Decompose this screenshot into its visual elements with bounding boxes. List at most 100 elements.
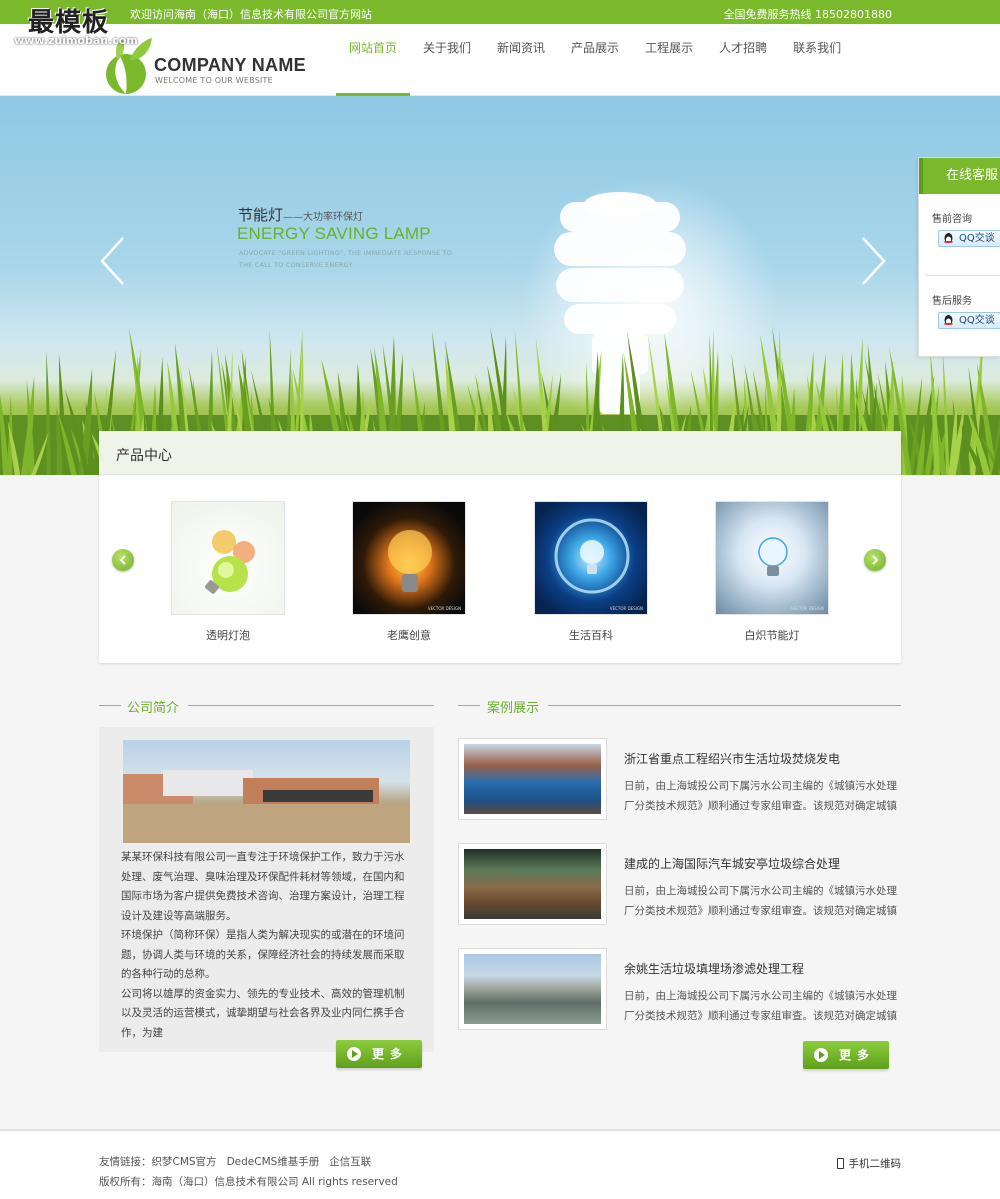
case-item[interactable]: 浙江省重点工程绍兴市生活垃圾焚烧发电 日前，由上海城投公司下属污水公司主编的《城… bbox=[458, 738, 901, 820]
product-center: 产品中心 透明灯泡 VECTOR DESIGN 老鹰创意 VECTOR DESI… bbox=[99, 431, 901, 663]
product-caption: 透明灯泡 bbox=[206, 629, 250, 642]
cases-more-button[interactable]: 更多 bbox=[803, 1041, 889, 1069]
play-icon bbox=[347, 1047, 361, 1061]
aftersales-label: 售后服务 bbox=[932, 296, 972, 307]
about-more-button[interactable]: 更多 bbox=[336, 1040, 422, 1068]
nav-item-projects[interactable]: 工程展示 bbox=[632, 24, 706, 96]
product-caption: 白炽节能灯 bbox=[744, 629, 800, 642]
friend-links-label: 友情链接： bbox=[99, 1156, 152, 1168]
welcome-text: 欢迎访问海南（海口）信息技术有限公司官方网站 bbox=[130, 8, 372, 21]
product-item[interactable]: VECTOR DESIGN 老鹰创意 bbox=[352, 501, 466, 643]
cases-heading: 案例展示 bbox=[458, 696, 901, 716]
product-next-button[interactable] bbox=[864, 549, 886, 571]
presales-label: 售前咨询 bbox=[932, 214, 972, 225]
service-divider bbox=[925, 275, 1000, 276]
company-photo bbox=[123, 740, 410, 843]
case-title: 余姚生活垃圾填埋场渗滤处理工程 bbox=[624, 962, 805, 976]
qq-icon bbox=[944, 315, 953, 325]
online-service-panel: 在线客服 售前咨询 QQ交谈 售后服务 QQ交谈 bbox=[918, 157, 1000, 357]
nav-item-about[interactable]: 关于我们 bbox=[410, 24, 484, 96]
about-heading: 公司简介 bbox=[99, 696, 434, 716]
case-title: 浙江省重点工程绍兴市生活垃圾焚烧发电 bbox=[624, 752, 841, 766]
lightbulb-icon bbox=[758, 537, 788, 576]
chevron-left-icon bbox=[100, 237, 124, 285]
chevron-right-icon bbox=[862, 237, 886, 285]
product-thumbnail: VECTOR DESIGN bbox=[715, 501, 829, 615]
aftersales-qq-button[interactable]: QQ交谈 bbox=[938, 312, 1000, 329]
product-item[interactable]: 透明灯泡 bbox=[171, 501, 285, 643]
product-thumbnail: VECTOR DESIGN bbox=[352, 501, 466, 615]
heading-line bbox=[548, 705, 901, 706]
watermark-logo: 最模板 www.zuimoban.com bbox=[0, 0, 150, 47]
cases-heading-title: 案例展示 bbox=[487, 701, 540, 716]
case-image bbox=[464, 954, 601, 1024]
banner-title-cn-sub: ——大功率环保灯 bbox=[283, 212, 364, 223]
cases-more-label: 更多 bbox=[839, 1048, 876, 1062]
case-description: 日前，由上海城投公司下属污水公司主编的《城镇污水处理厂分类技术规范》顺利通过专家… bbox=[624, 990, 897, 1022]
heading-line bbox=[99, 705, 121, 706]
product-tag: VECTOR DESIGN bbox=[609, 606, 643, 611]
nav-item-jobs[interactable]: 人才招聘 bbox=[706, 24, 780, 96]
nav-item-products[interactable]: 产品展示 bbox=[558, 24, 632, 96]
grass-blade bbox=[46, 350, 51, 475]
product-center-header: 产品中心 bbox=[99, 431, 901, 475]
presales-qq-label: QQ交谈 bbox=[959, 233, 995, 244]
intro-paragraph: 环境保护（简称环保）是指人类为解决现实的或潜在的环境问题，协调人类与环境的关系，… bbox=[121, 929, 405, 980]
copyright-text: 版权所有：海南（海口）信息技术有限公司 All rights reserved bbox=[99, 1176, 398, 1188]
intro-paragraph: 某某环保科技有限公司一直专注于环境保护工作，致力于污水处理、废气治理、臭味治理及… bbox=[121, 851, 405, 922]
case-image bbox=[464, 744, 601, 814]
product-item[interactable]: VECTOR DESIGN 生活百科 bbox=[534, 501, 648, 643]
presales-qq-button[interactable]: QQ交谈 bbox=[938, 230, 1000, 247]
product-caption: 生活百科 bbox=[569, 629, 613, 642]
nav-item-home[interactable]: 网站首页 bbox=[336, 24, 411, 96]
chevron-left-icon bbox=[119, 555, 126, 565]
about-more-label: 更多 bbox=[372, 1047, 409, 1061]
mobile-qr-label: 手机二维码 bbox=[848, 1158, 902, 1170]
banner-description: ADVOCATE "GREEN LIGHTING", THE IMMEDIATE… bbox=[239, 249, 453, 269]
case-item[interactable]: 建成的上海国际汽车城安亭垃圾综合处理 日前，由上海城投公司下属污水公司主编的《城… bbox=[458, 843, 901, 925]
friend-link[interactable]: DedeCMS维基手册 bbox=[227, 1156, 320, 1168]
intro-paragraph: 公司将以雄厚的资金实力、领先的专业技术、高效的管理机制以及灵活的运营模式，诚挚期… bbox=[121, 987, 405, 1039]
product-item[interactable]: VECTOR DESIGN 白炽节能灯 bbox=[715, 501, 829, 643]
case-thumbnail bbox=[458, 948, 607, 1030]
company-intro: 某某环保科技有限公司一直专注于环境保护工作，致力于污水处理、废气治理、臭味治理及… bbox=[99, 727, 434, 1052]
mobile-qr-link[interactable]: 手机二维码 bbox=[836, 1156, 902, 1171]
friend-links: 友情链接：织梦CMS官方 DedeCMS维基手册 企信互联 bbox=[99, 1154, 381, 1169]
company-name: COMPANY NAME bbox=[154, 55, 306, 75]
friend-link[interactable]: 企信互联 bbox=[329, 1156, 371, 1168]
chevron-right-icon bbox=[872, 555, 879, 565]
company-slogan: WELCOME TO OUR WEBSITE bbox=[155, 76, 273, 85]
product-thumbnail: VECTOR DESIGN bbox=[534, 501, 648, 615]
nav-item-contact[interactable]: 联系我们 bbox=[780, 24, 854, 96]
main-nav: 网站首页 关于我们 新闻资讯 产品展示 工程展示 人才招聘 联系我们 bbox=[336, 24, 854, 96]
banner-prev-arrow[interactable] bbox=[98, 236, 128, 286]
banner-title-cn-main: 节能灯 bbox=[238, 206, 284, 224]
case-description: 日前，由上海城投公司下属污水公司主编的《城镇污水处理厂分类技术规范》顺利通过专家… bbox=[624, 780, 897, 812]
online-service-title: 在线客服 bbox=[919, 158, 1000, 194]
product-center-title: 产品中心 bbox=[116, 448, 172, 464]
banner-title-en: ENERGY SAVING LAMP bbox=[237, 224, 431, 243]
product-thumbnail bbox=[171, 501, 285, 615]
friend-link[interactable]: 织梦CMS官方 bbox=[152, 1156, 217, 1168]
product-tag: VECTOR DESIGN bbox=[427, 606, 461, 611]
watermark-url: www.zuimoban.com bbox=[14, 34, 138, 47]
banner-next-arrow[interactable] bbox=[858, 236, 888, 286]
phone-icon bbox=[836, 1158, 844, 1169]
lightbulb-icon bbox=[554, 518, 630, 594]
nav-item-news[interactable]: 新闻资讯 bbox=[484, 24, 558, 96]
heading-line bbox=[458, 705, 480, 706]
lightbulb-icon bbox=[388, 530, 432, 592]
case-item[interactable]: 余姚生活垃圾填埋场渗滤处理工程 日前，由上海城投公司下属污水公司主编的《城镇污水… bbox=[458, 948, 901, 1030]
banner-title-cn: 节能灯——大功率环保灯 bbox=[238, 204, 363, 225]
aftersales-qq-label: QQ交谈 bbox=[959, 315, 995, 326]
site-footer: 友情链接：织梦CMS官方 DedeCMS维基手册 企信互联 版权所有：海南（海口）信… bbox=[0, 1129, 1000, 1199]
heading-line bbox=[188, 705, 434, 706]
case-thumbnail bbox=[458, 843, 607, 925]
product-prev-button[interactable] bbox=[112, 549, 134, 571]
top-bar: 欢迎访问海南（海口）信息技术有限公司官方网站 全国免费服务热线 18502801… bbox=[0, 0, 1000, 24]
hotline-text: 全国免费服务热线 18502801880 bbox=[723, 8, 892, 21]
product-tag: VECTOR DESIGN bbox=[790, 606, 824, 611]
case-description: 日前，由上海城投公司下属污水公司主编的《城镇污水处理厂分类技术规范》顺利通过专家… bbox=[624, 885, 897, 917]
about-heading-title: 公司简介 bbox=[127, 701, 180, 716]
case-thumbnail bbox=[458, 738, 607, 820]
